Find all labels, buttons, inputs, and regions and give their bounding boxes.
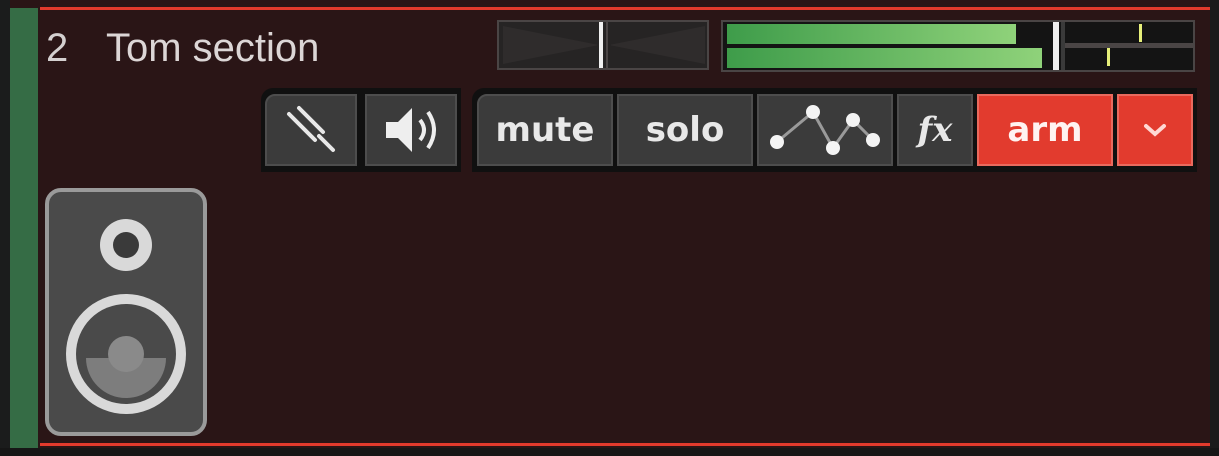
volume-fader-handle[interactable] (1053, 22, 1059, 70)
pan-fader-graphic (503, 22, 705, 68)
automation-button[interactable] (757, 94, 893, 166)
pan-fader[interactable] (497, 20, 709, 70)
track-color-strip[interactable] (10, 8, 38, 452)
selection-border-top (40, 7, 1210, 10)
meter-peak-right (1107, 48, 1110, 66)
solo-button[interactable]: solo (617, 94, 753, 166)
meter-left (727, 24, 1016, 44)
tuning-fork-icon (287, 106, 335, 152)
track-icon[interactable] (45, 188, 207, 436)
fx-button[interactable]: fx (897, 94, 973, 166)
output-button[interactable] (365, 94, 457, 166)
meter-separator (1065, 43, 1195, 48)
track-right-edge (1210, 0, 1219, 456)
track-name[interactable]: Tom section (106, 24, 319, 72)
selection-border-bottom (40, 443, 1210, 446)
automation-icon (770, 105, 880, 155)
chevron-down-icon (1144, 124, 1166, 137)
arm-button[interactable]: arm (977, 94, 1113, 166)
speaker-icon (386, 108, 436, 152)
track-bottom-edge (0, 448, 1219, 456)
mute-button[interactable]: mute (477, 94, 613, 166)
track-number: 2 (46, 26, 69, 70)
track-panel[interactable]: 2 Tom section mute solo fx arm (0, 0, 1219, 456)
meter-right (727, 48, 1042, 68)
monitor-input-button[interactable] (265, 94, 357, 166)
speaker-icon (45, 188, 207, 436)
track-strip-shade (0, 0, 10, 456)
level-meter[interactable] (721, 20, 1195, 72)
meter-peak-left (1139, 24, 1142, 42)
track-menu-button[interactable] (1117, 94, 1193, 166)
